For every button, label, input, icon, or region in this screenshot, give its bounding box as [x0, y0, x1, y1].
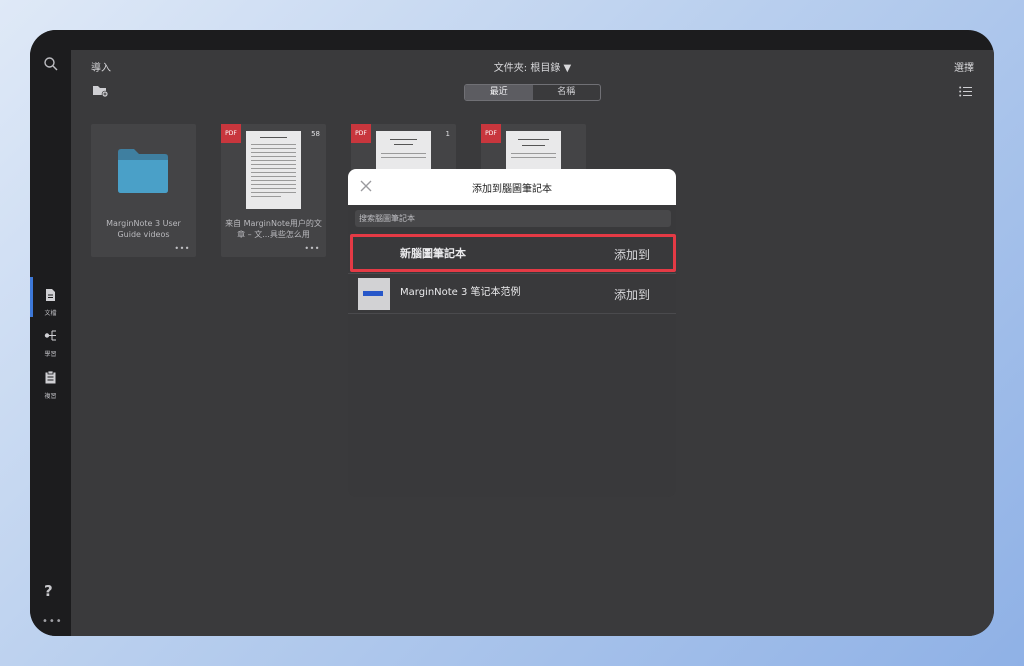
row-divider — [348, 313, 676, 314]
add-to-notebook-dialog: 添加到腦圖筆記本 搜索腦圖筆記本 新腦圖筆記本 添加到 MarginNote 3… — [348, 169, 676, 497]
notebook-thumbnail — [358, 278, 390, 310]
modal-overlay: 添加到腦圖筆記本 搜索腦圖筆記本 新腦圖筆記本 添加到 MarginNote 3… — [30, 30, 994, 636]
notebook-name: MarginNote 3 笔记本范例 — [400, 287, 521, 298]
dialog-title: 添加到腦圖筆記本 — [472, 184, 552, 195]
notebook-search-input[interactable]: 搜索腦圖筆記本 — [355, 210, 671, 227]
add-to-button[interactable]: 添加到 — [614, 286, 650, 303]
highlight-box — [350, 234, 676, 272]
notebook-row-sample[interactable]: MarginNote 3 笔记本范例 添加到 — [348, 273, 676, 313]
dialog-header: 添加到腦圖筆記本 — [348, 169, 676, 205]
device-frame: 文檔 學習 複習 ? ••• 導入 文件夾: 根目錄 ▼ 選擇 最近 名稱 Ma… — [30, 30, 994, 636]
